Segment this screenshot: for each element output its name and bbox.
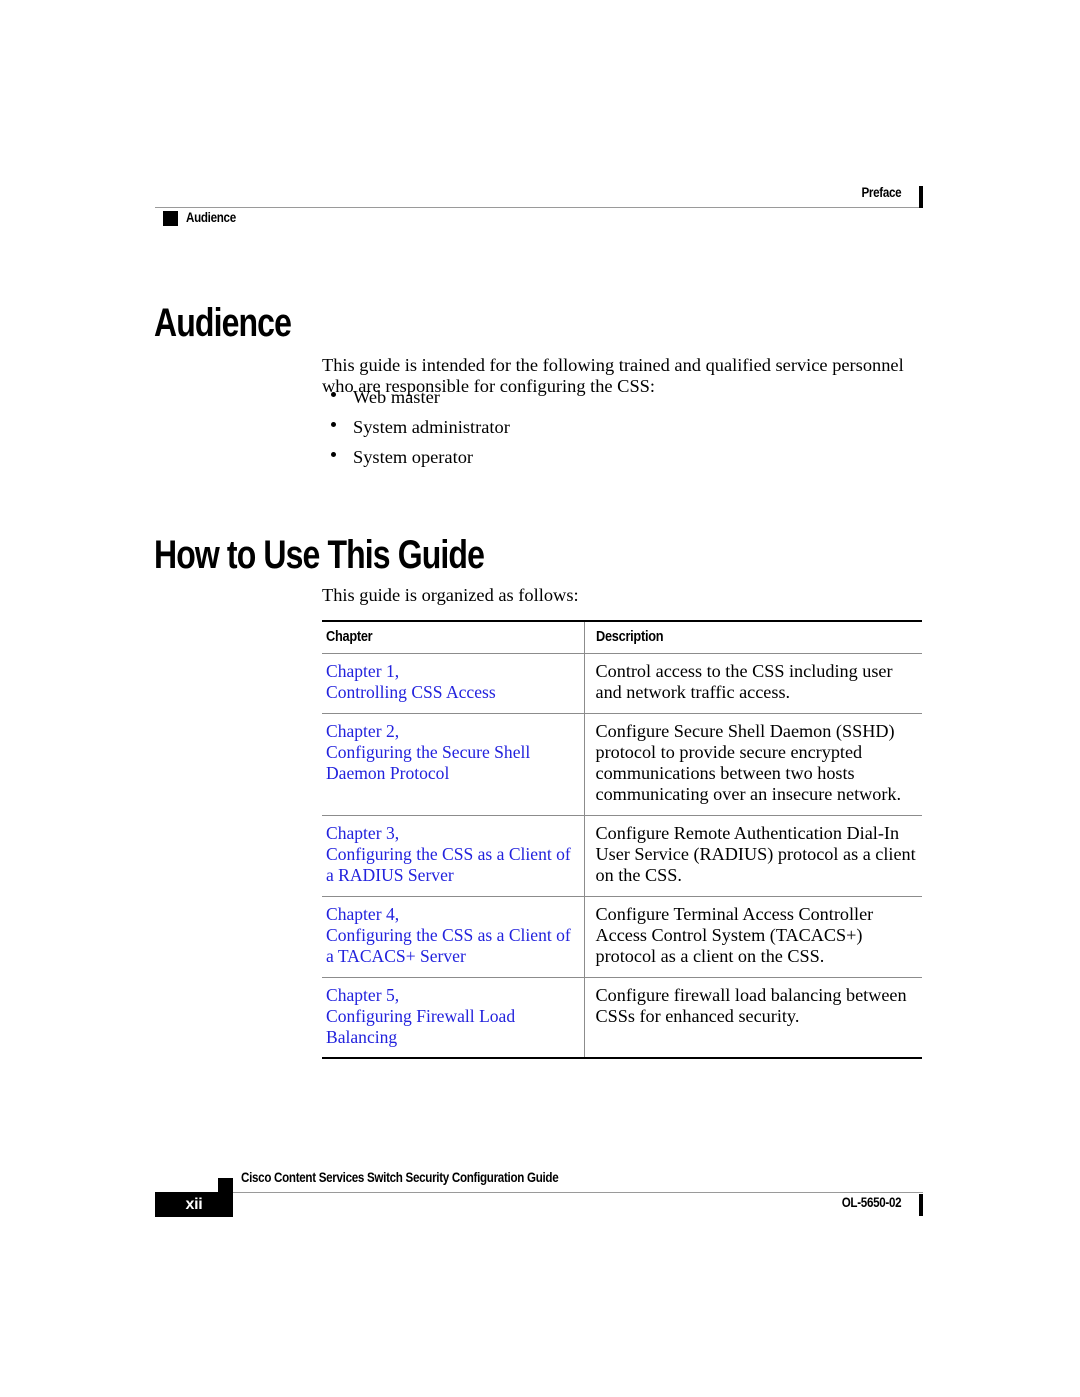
running-header: Preface Audience <box>155 185 923 233</box>
chapter-cell: Chapter 3, Configuring the CSS as a Clie… <box>322 815 584 897</box>
black-square-icon <box>163 211 178 226</box>
column-header-description: Description <box>583 620 922 654</box>
header-topic-name: Audience <box>186 210 236 225</box>
chapter-cell: Chapter 2, Configuring the Secure Shell … <box>322 713 584 816</box>
section-heading-audience: Audience <box>154 300 292 345</box>
description-cell: Configure Secure Shell Daemon (SSHD) pro… <box>583 713 922 816</box>
description-cell: Configure firewall load balancing betwee… <box>583 977 922 1060</box>
list-item: System administrator <box>322 417 882 447</box>
chapter-link[interactable]: Chapter 1, Controlling CSS Access <box>326 661 578 704</box>
chapter-cell: Chapter 4, Configuring the CSS as a Clie… <box>322 896 584 978</box>
chapter-organization-table: Chapter Description Chapter 1, Controlli… <box>322 620 922 1060</box>
header-chapter-name: Preface <box>861 185 901 200</box>
page-number: xii <box>185 1196 203 1213</box>
chapter-link[interactable]: Chapter 3, Configuring the CSS as a Clie… <box>326 823 578 887</box>
chapter-cell: Chapter 1, Controlling CSS Access <box>322 653 584 714</box>
page-number-box: xii <box>155 1192 233 1217</box>
chapter-cell: Chapter 5, Configuring Firewall Load Bal… <box>322 977 584 1060</box>
how-to-use-intro-paragraph: This guide is organized as follows: <box>322 585 579 606</box>
table-row: Chapter 4, Configuring the CSS as a Clie… <box>322 896 922 978</box>
table-header-row: Chapter Description <box>322 620 922 654</box>
chapter-link[interactable]: Chapter 2, Configuring the Secure Shell … <box>326 721 578 785</box>
column-header-chapter: Chapter <box>322 620 584 654</box>
header-rule <box>155 207 923 208</box>
description-cell: Configure Remote Authentication Dial-In … <box>583 815 922 897</box>
list-item: Web master <box>322 387 882 417</box>
black-square-icon <box>218 1178 233 1193</box>
table-row: Chapter 1, Controlling CSS Access Contro… <box>322 653 922 714</box>
audience-bullet-list: Web master System administrator System o… <box>322 387 882 477</box>
header-end-bar-icon <box>919 186 923 208</box>
footer-end-bar-icon <box>919 1194 923 1216</box>
running-footer: Cisco Content Services Switch Security C… <box>155 1168 923 1218</box>
bullet-dot-icon <box>331 452 336 457</box>
chapter-link[interactable]: Chapter 4, Configuring the CSS as a Clie… <box>326 904 578 968</box>
list-item-label: Web master <box>353 387 440 407</box>
document-page: Preface Audience Audience This guide is … <box>0 0 1080 1397</box>
bullet-dot-icon <box>331 422 336 427</box>
table-row: Chapter 5, Configuring Firewall Load Bal… <box>322 977 922 1060</box>
footer-document-number: OL-5650-02 <box>841 1195 901 1210</box>
description-cell: Configure Terminal Access Controller Acc… <box>583 896 922 978</box>
section-heading-how-to-use-this-guide: How to Use This Guide <box>154 532 485 577</box>
description-cell: Control access to the CSS including user… <box>583 653 922 714</box>
footer-rule <box>155 1192 923 1193</box>
list-item: System operator <box>322 447 882 477</box>
table-row: Chapter 2, Configuring the Secure Shell … <box>322 713 922 816</box>
list-item-label: System operator <box>353 447 474 467</box>
footer-guide-title: Cisco Content Services Switch Security C… <box>241 1170 559 1185</box>
chapter-link[interactable]: Chapter 5, Configuring Firewall Load Bal… <box>326 985 578 1049</box>
bullet-dot-icon <box>331 392 336 397</box>
list-item-label: System administrator <box>353 417 510 437</box>
table-row: Chapter 3, Configuring the CSS as a Clie… <box>322 815 922 897</box>
